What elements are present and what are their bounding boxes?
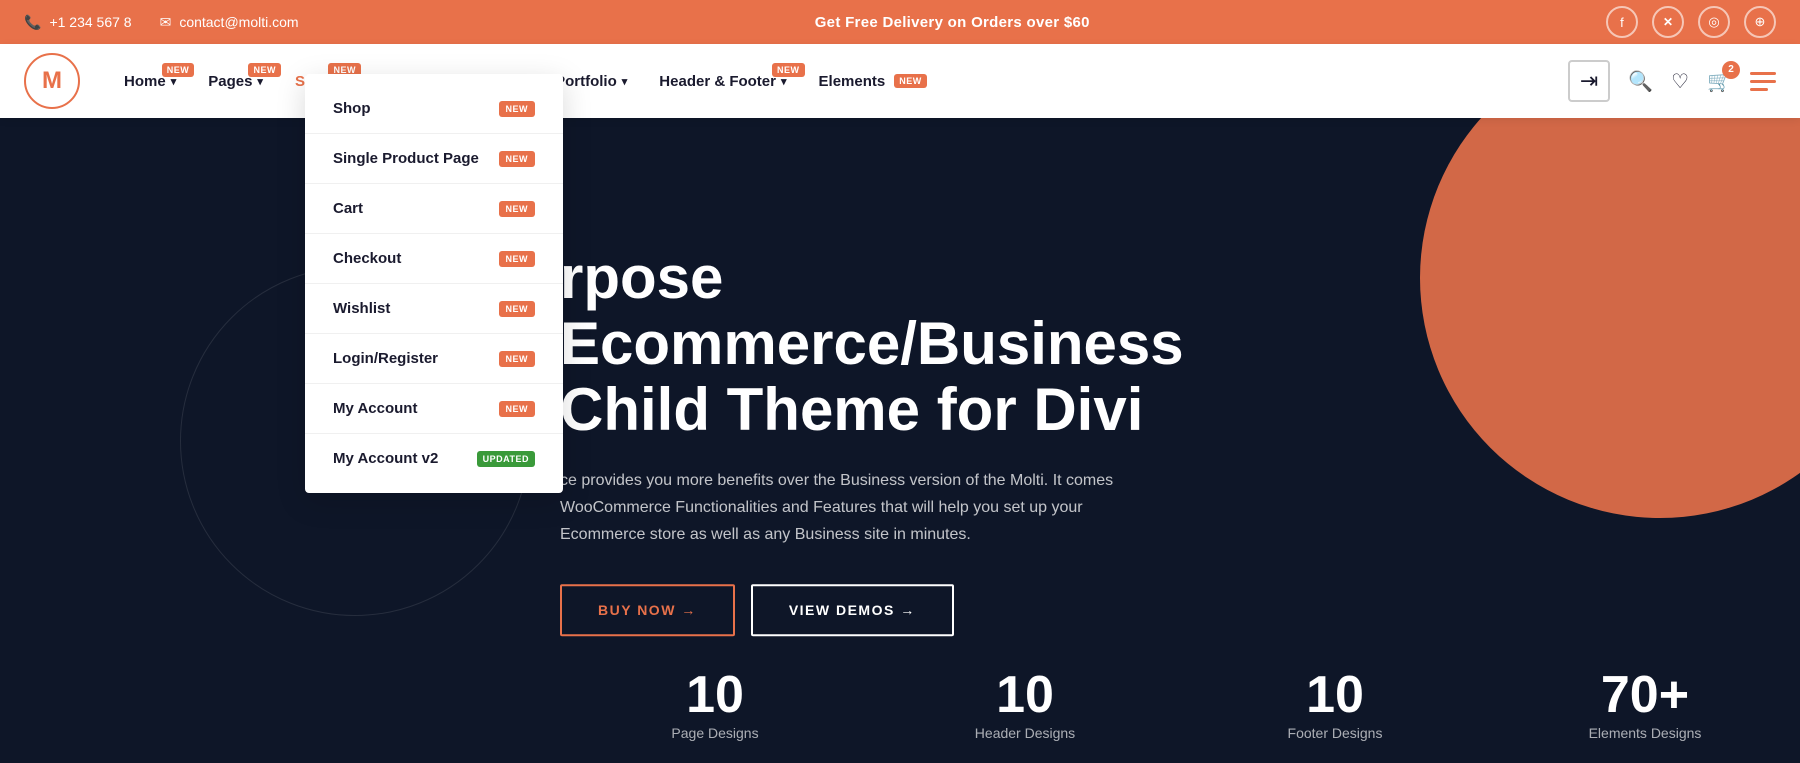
stat-footer-number: 10 xyxy=(1180,665,1490,725)
dropdown-item-wishlist[interactable]: Wishlist NEW xyxy=(305,284,563,334)
top-bar-left: 📞 +1 234 567 8 ✉ contact@molti.com xyxy=(24,14,299,31)
stat-footer-label: Footer Designs xyxy=(1288,725,1383,741)
view-demos-button[interactable]: VIEW DEMOS → xyxy=(751,584,954,636)
dropdown-item-login-register[interactable]: Login/Register NEW xyxy=(305,334,563,384)
dropdown-my-account-v2-badge: UPDATED xyxy=(477,451,535,467)
nav-hf-badge: NEW xyxy=(772,63,805,77)
nav-home-badge: NEW xyxy=(162,63,195,77)
nav-item-wrapper-hf: Header & Footer ▾ NEW xyxy=(645,65,800,98)
dropdown-item-checkout[interactable]: Checkout NEW xyxy=(305,234,563,284)
hero-content: rpose Ecommerce/Business Child Theme for… xyxy=(560,245,1340,637)
nav-item-home[interactable]: Home ▾ NEW xyxy=(110,65,190,98)
login-icon[interactable]: ⇥ xyxy=(1568,60,1610,102)
nav-hf-label: Header & Footer xyxy=(659,73,776,90)
nav-portfolio-chevron: ▾ xyxy=(622,75,628,88)
hero-title-line1: rpose Ecommerce/Business xyxy=(560,244,1184,377)
stat-elements-designs: 70+ Elements Designs xyxy=(1490,645,1800,763)
nav-item-wrapper-elements: Elements NEW xyxy=(805,65,941,98)
dropdown-wishlist-badge: NEW xyxy=(499,301,536,317)
phone-number: +1 234 567 8 xyxy=(49,14,131,30)
email-address: contact@molti.com xyxy=(179,14,298,30)
stats-bar: 10 Page Designs 10 Header Designs 10 Foo… xyxy=(560,645,1800,763)
nav-item-wrapper-pages: Pages ▾ NEW xyxy=(194,65,277,98)
stat-elements-number: 70+ xyxy=(1490,665,1800,725)
stat-page-number: 10 xyxy=(560,665,870,725)
nav-pages-label: Pages xyxy=(208,73,252,90)
dropdown-item-cart[interactable]: Cart NEW xyxy=(305,184,563,234)
nav-item-wrapper-home: Home ▾ NEW xyxy=(110,65,190,98)
top-bar: 📞 +1 234 567 8 ✉ contact@molti.com Get F… xyxy=(0,0,1800,44)
nav-home-label: Home xyxy=(124,73,166,90)
nav-item-elements[interactable]: Elements NEW xyxy=(805,65,941,98)
stat-footer-designs: 10 Footer Designs xyxy=(1180,645,1490,763)
dropdown-login-register-label: Login/Register xyxy=(333,350,438,367)
hamburger-line-1 xyxy=(1750,72,1776,75)
dribbble-icon[interactable]: ⊕ xyxy=(1744,6,1776,38)
dropdown-my-account-label: My Account xyxy=(333,400,417,417)
dropdown-checkout-badge: NEW xyxy=(499,251,536,267)
search-icon[interactable]: 🔍 xyxy=(1628,69,1653,94)
cart-count: 2 xyxy=(1722,61,1740,79)
hero-title: rpose Ecommerce/Business Child Theme for… xyxy=(560,245,1340,443)
email-icon: ✉ xyxy=(160,14,172,31)
twitter-x-icon[interactable]: ✕ xyxy=(1652,6,1684,38)
main-nav: M Home ▾ NEW Pages ▾ NEW xyxy=(0,44,1800,118)
dropdown-login-register-badge: NEW xyxy=(499,351,536,367)
stat-header-designs: 10 Header Designs xyxy=(870,645,1180,763)
dropdown-single-product-label: Single Product Page xyxy=(333,150,479,167)
nav-portfolio-label: Portfolio xyxy=(555,73,617,90)
dropdown-item-my-account[interactable]: My Account NEW xyxy=(305,384,563,434)
nav-elements-label: Elements xyxy=(819,73,886,90)
promo-message: Get Free Delivery on Orders over $60 xyxy=(815,14,1090,31)
site-logo[interactable]: M xyxy=(24,53,80,109)
nav-item-pages[interactable]: Pages ▾ NEW xyxy=(194,65,277,98)
phone-contact[interactable]: 📞 +1 234 567 8 xyxy=(24,14,132,31)
dropdown-shop-badge: NEW xyxy=(499,101,536,117)
hamburger-line-2 xyxy=(1750,80,1776,83)
hero-title-line2: Child Theme for Divi xyxy=(560,376,1143,443)
dropdown-single-product-badge: NEW xyxy=(499,151,536,167)
instagram-icon[interactable]: ◎ xyxy=(1698,6,1730,38)
dropdown-my-account-v2-label: My Account v2 xyxy=(333,450,438,467)
nav-actions: ⇥ 🔍 ♡ 🛒 2 xyxy=(1568,60,1776,102)
stat-header-number: 10 xyxy=(870,665,1180,725)
dropdown-my-account-badge: NEW xyxy=(499,401,536,417)
stat-page-label: Page Designs xyxy=(671,725,758,741)
nav-item-header-footer[interactable]: Header & Footer ▾ NEW xyxy=(645,65,800,98)
dropdown-shop-label: Shop xyxy=(333,100,371,117)
nav-pages-badge: NEW xyxy=(248,63,281,77)
phone-icon: 📞 xyxy=(24,14,41,31)
facebook-icon[interactable]: f xyxy=(1606,6,1638,38)
nav-elements-badge: NEW xyxy=(894,74,927,88)
dropdown-item-my-account-v2[interactable]: My Account v2 UPDATED xyxy=(305,434,563,483)
logo-letter: M xyxy=(42,67,62,95)
hero-buttons: BUY NOW → VIEW DEMOS → xyxy=(560,584,1340,636)
stat-elements-label: Elements Designs xyxy=(1589,725,1702,741)
email-contact[interactable]: ✉ contact@molti.com xyxy=(160,14,299,31)
wishlist-icon[interactable]: ♡ xyxy=(1671,69,1689,94)
dropdown-item-single-product[interactable]: Single Product Page NEW xyxy=(305,134,563,184)
shop-dropdown: Shop NEW Single Product Page NEW Cart NE… xyxy=(305,74,563,493)
dropdown-cart-badge: NEW xyxy=(499,201,536,217)
buy-now-button[interactable]: BUY NOW → xyxy=(560,584,735,636)
dropdown-item-shop[interactable]: Shop NEW xyxy=(305,84,563,134)
hamburger-menu[interactable] xyxy=(1750,72,1776,91)
hero-circle-decoration xyxy=(1420,118,1800,518)
dropdown-cart-label: Cart xyxy=(333,200,363,217)
stat-header-label: Header Designs xyxy=(975,725,1075,741)
hero-section: rpose Ecommerce/Business Child Theme for… xyxy=(0,118,1800,763)
hamburger-line-3 xyxy=(1750,88,1768,91)
hero-description: ce provides you more benefits over the B… xyxy=(560,467,1160,549)
stat-page-designs: 10 Page Designs xyxy=(560,645,870,763)
dropdown-checkout-label: Checkout xyxy=(333,250,401,267)
dropdown-wishlist-label: Wishlist xyxy=(333,300,390,317)
social-links: f ✕ ◎ ⊕ xyxy=(1606,6,1776,38)
cart-icon[interactable]: 🛒 2 xyxy=(1707,69,1732,94)
